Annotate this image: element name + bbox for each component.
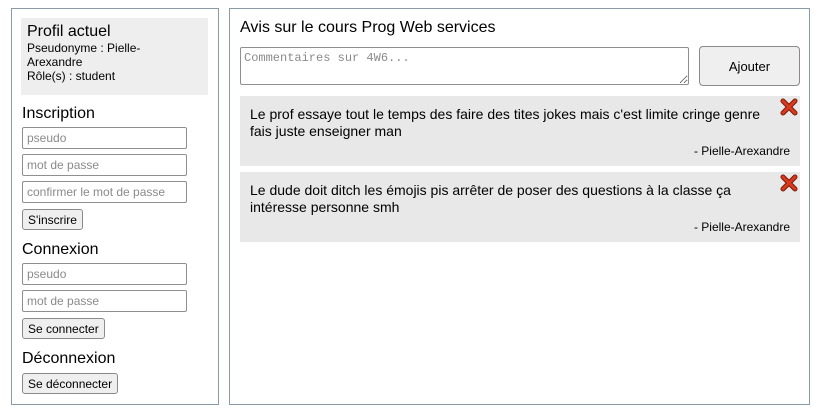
account-sidebar: Profil actuel Pseudonyme : Pielle- Arexa… <box>11 8 219 405</box>
profile-pseudonym-continued: Arexandre <box>27 55 83 69</box>
comment-author: - Pielle-Arexandre <box>693 220 790 234</box>
current-profile-box: Profil actuel Pseudonyme : Pielle- Arexa… <box>21 18 208 95</box>
comment-card: Le dude doit ditch les émojis pis arrête… <box>240 172 800 242</box>
login-password-input[interactable] <box>22 290 187 312</box>
profile-pseudonym: Pseudonyme : Pielle- <box>27 41 141 55</box>
course-title: Avis sur le cours Prog Web services <box>240 19 496 36</box>
login-title: Connexion <box>22 241 99 258</box>
comment-card: Le prof essaye tout le temps des faire d… <box>240 96 800 166</box>
delete-icon[interactable] <box>780 174 798 192</box>
logout-button[interactable]: Se déconnecter <box>22 373 119 394</box>
comment-text: Le dude doit ditch les émojis pis arrête… <box>250 182 731 215</box>
signup-title: Inscription <box>22 105 95 122</box>
logout-title: Déconnexion <box>22 350 116 367</box>
login-button[interactable]: Se connecter <box>22 318 105 339</box>
profile-title: Profil actuel <box>27 23 111 40</box>
signup-confirm-password-input[interactable] <box>22 181 187 203</box>
comment-author: - Pielle-Arexandre <box>693 144 790 158</box>
comment-text: Le prof essaye tout le temps des faire d… <box>250 106 761 139</box>
signup-password-input[interactable] <box>22 154 187 176</box>
signup-button[interactable]: S'inscrire <box>22 209 83 230</box>
login-pseudo-input[interactable] <box>22 263 187 285</box>
profile-roles: Rôle(s) : student <box>27 69 116 83</box>
add-comment-button[interactable]: Ajouter <box>699 46 800 86</box>
signup-pseudo-input[interactable] <box>22 127 187 149</box>
course-reviews-panel: Avis sur le cours Prog Web services Ajou… <box>229 8 810 405</box>
comment-input[interactable] <box>240 47 689 85</box>
delete-icon[interactable] <box>780 98 798 116</box>
